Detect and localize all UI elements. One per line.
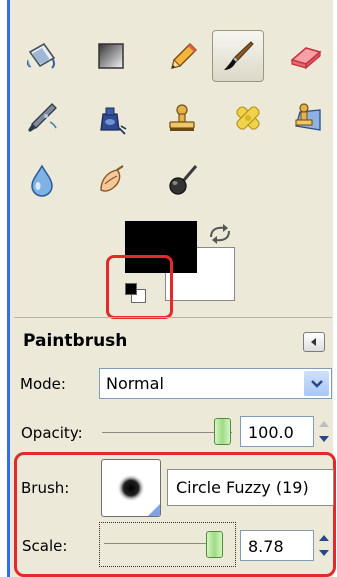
brush-preview-button[interactable] [101, 459, 161, 517]
scale-slider-handle[interactable] [206, 531, 223, 558]
smudge-tool[interactable] [85, 154, 137, 206]
separator [14, 317, 332, 318]
blend-gradient-icon [98, 43, 124, 69]
paintbrush-icon [224, 41, 254, 70]
opacity-slider-handle[interactable] [214, 418, 231, 445]
opacity-spin-icon[interactable] [316, 416, 332, 447]
smudge-icon [100, 165, 124, 192]
scale-value: 8.78 [248, 537, 284, 556]
blur-sharpen-icon [31, 164, 53, 197]
collapse-button[interactable] [303, 332, 325, 352]
scale-input[interactable]: 8.78 [240, 530, 314, 561]
mode-value: Normal [106, 374, 164, 393]
scale-spin-icon[interactable] [316, 530, 332, 561]
ink-tool[interactable] [85, 92, 137, 144]
eraser-icon [290, 47, 322, 70]
swap-colors-icon[interactable] [207, 223, 233, 245]
mode-label: Mode: [20, 375, 66, 393]
eraser-tool[interactable] [280, 30, 332, 82]
mode-dropdown-button[interactable] [304, 371, 329, 396]
perspective-clone-icon [295, 103, 321, 131]
blur-sharpen-tool[interactable] [16, 154, 68, 206]
airbrush-icon [28, 103, 57, 132]
ink-icon [100, 107, 127, 135]
airbrush-tool[interactable] [16, 92, 68, 144]
opacity-input[interactable]: 100.0 [240, 416, 314, 447]
pencil-tool[interactable] [156, 30, 208, 82]
window-border [7, 0, 10, 577]
opacity-slider-track[interactable] [102, 432, 232, 433]
clone-tool[interactable] [156, 92, 208, 144]
dodge-burn-tool[interactable] [156, 154, 208, 206]
default-colors-highlight [106, 255, 173, 319]
opacity-value: 100.0 [248, 423, 294, 442]
blend-tool[interactable] [85, 30, 137, 82]
scale-slider-track[interactable] [104, 543, 210, 544]
fuzzy-circle-brush-icon [117, 474, 160, 516]
scale-slider[interactable] [99, 522, 236, 567]
heal-icon [236, 106, 260, 130]
brush-name-value: Circle Fuzzy (19) [176, 478, 309, 497]
brush-name-field[interactable]: Circle Fuzzy (19) [167, 469, 334, 506]
mode-select[interactable]: Normal [99, 368, 332, 399]
heal-tool[interactable] [222, 92, 274, 144]
pencil-icon [171, 43, 197, 69]
dodge-burn-icon [169, 165, 198, 195]
paintbrush-tool[interactable] [212, 30, 264, 82]
clone-stamp-icon [169, 104, 195, 131]
opacity-label: Opacity: [21, 424, 83, 442]
bucket-fill-tool[interactable] [16, 30, 68, 82]
perspective-clone-tool[interactable] [282, 92, 334, 144]
bucket-fill-icon [26, 42, 56, 69]
brush-label: Brush: [21, 479, 70, 497]
tool-options-title: Paintbrush [23, 331, 128, 351]
left-edge [0, 0, 7, 577]
triangle-left-icon [311, 338, 316, 346]
chevron-down-icon [310, 379, 323, 388]
scale-label: Scale: [22, 537, 68, 555]
